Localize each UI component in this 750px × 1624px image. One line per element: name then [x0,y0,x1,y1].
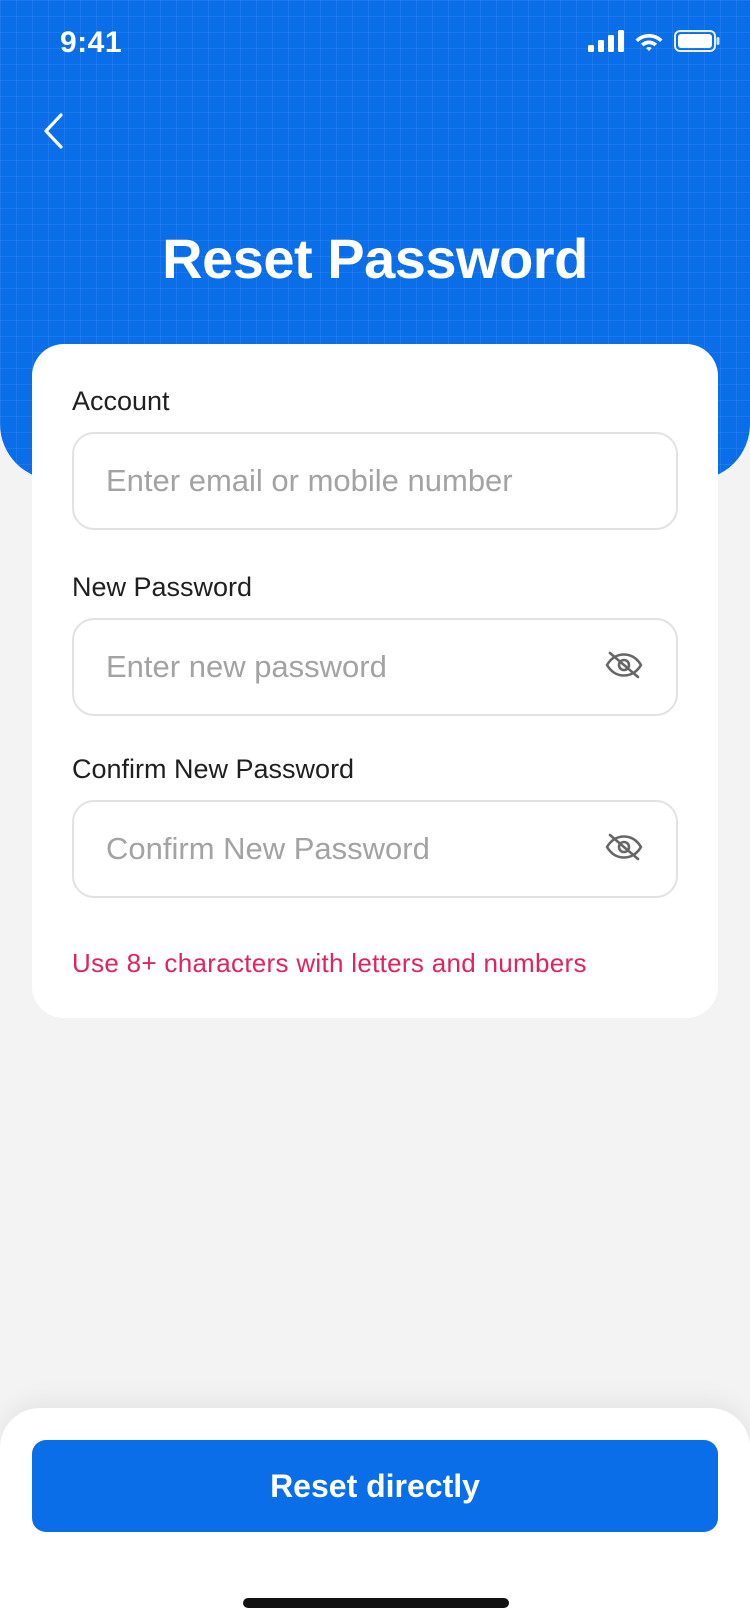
account-field[interactable] [72,432,678,530]
new-password-field[interactable] [72,618,678,716]
eye-off-icon [604,651,644,684]
chevron-left-icon [41,112,65,155]
confirm-password-input[interactable] [106,831,604,867]
confirm-password-label: Confirm New Password [72,754,355,784]
confirm-password-field[interactable] [72,800,678,898]
status-time: 9:41 [60,26,123,59]
page-title: Reset Password [162,227,588,290]
wifi-icon [634,30,664,52]
reset-password-screen: 9:41 Reset Password Account Enter email … [0,0,750,1624]
back-button[interactable] [28,108,78,158]
account-label: Account [72,386,170,416]
bottom-action-bar: Reset directly [0,1408,750,1624]
reset-form-card: Account New Password Confirm New Passwor… [32,344,718,1018]
confirm-password-visibility-toggle[interactable] [604,829,644,869]
reset-directly-button[interactable]: Reset directly [32,1440,718,1532]
eye-off-icon [604,833,644,866]
new-password-visibility-toggle[interactable] [604,647,644,687]
password-requirements-hint: Use 8+ characters with letters and numbe… [72,948,587,978]
home-indicator [243,1598,509,1608]
cellular-signal-icon [588,30,624,52]
new-password-label: New Password [72,572,253,602]
battery-icon [674,30,720,52]
new-password-input[interactable] [106,649,604,685]
account-input[interactable] [106,463,644,499]
status-icons [588,30,720,52]
